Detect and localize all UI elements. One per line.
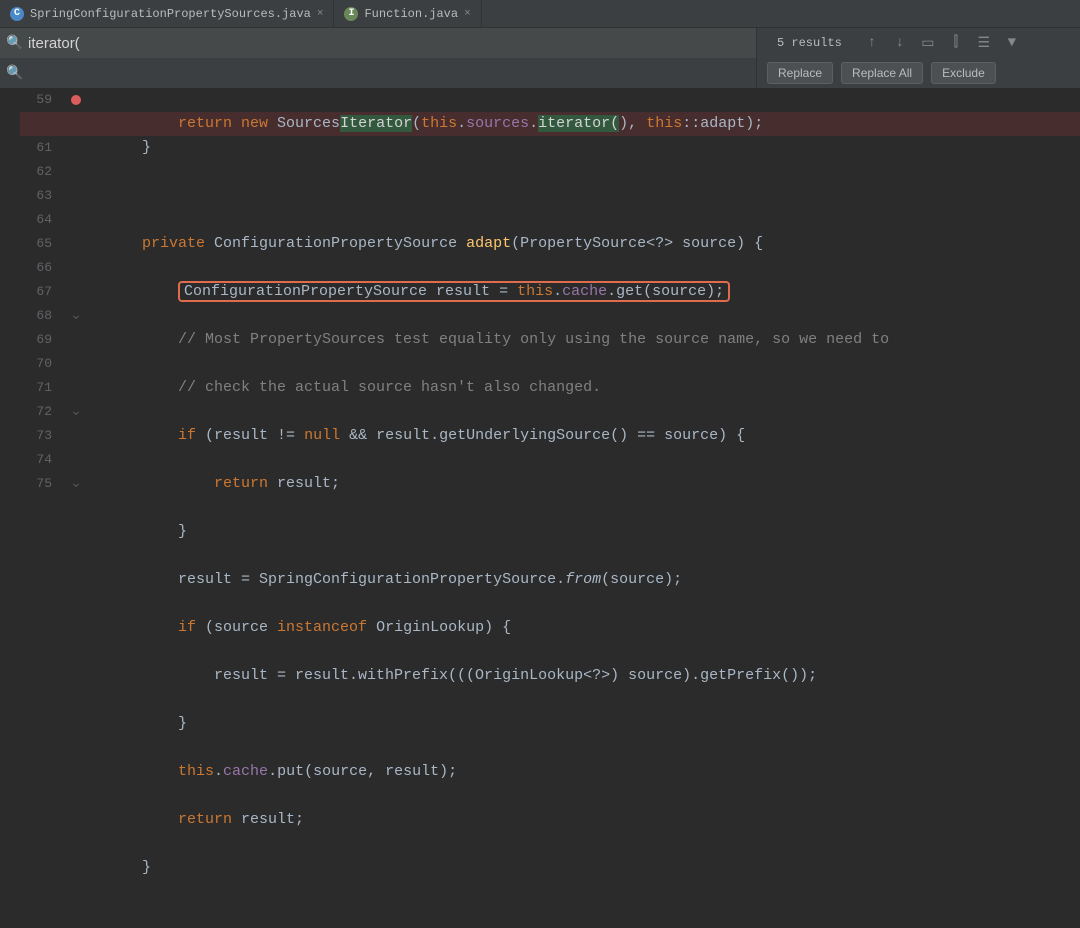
search-icon: 🔍 bbox=[6, 35, 22, 52]
editor-tabs: C SpringConfigurationPropertySources.jav… bbox=[0, 0, 1080, 28]
interface-icon: I bbox=[344, 7, 358, 21]
tab-file-1[interactable]: C SpringConfigurationPropertySources.jav… bbox=[0, 0, 334, 27]
replace-all-button[interactable]: Replace All bbox=[841, 62, 923, 84]
replace-icon: 🔍 bbox=[6, 65, 22, 82]
results-count: 5 results bbox=[767, 36, 852, 50]
filter-icon[interactable]: ▼ bbox=[1004, 35, 1020, 51]
prev-match-icon[interactable]: ↑ bbox=[864, 35, 880, 51]
tab-label: Function.java bbox=[364, 7, 458, 21]
class-icon: C bbox=[10, 7, 24, 21]
close-icon[interactable]: × bbox=[464, 8, 471, 20]
breakpoint-icon[interactable] bbox=[71, 95, 81, 105]
highlighted-line-box: ConfigurationPropertySource result = thi… bbox=[178, 281, 730, 302]
gutter-glyphs: ⌄ ⌄ ⌄ ⌄ bbox=[66, 88, 86, 510]
next-match-icon[interactable]: ↓ bbox=[892, 35, 908, 51]
exclude-button[interactable]: Exclude bbox=[931, 62, 996, 84]
tab-file-2[interactable]: I Function.java × bbox=[334, 0, 481, 27]
replace-button[interactable]: Replace bbox=[767, 62, 833, 84]
line-numbers: 59 60 61 62 63 64 65 66 67 68 69 70 71 7… bbox=[0, 88, 66, 510]
code-content[interactable]: return new SourcesIterator(this.sources.… bbox=[86, 88, 1080, 510]
search-results-panel: 5 results ↑ ↓ ▭ ⫿ ☰ ▼ Replace Replace Al… bbox=[756, 28, 1080, 88]
code-editor[interactable]: 59 60 61 62 63 64 65 66 67 68 69 70 71 7… bbox=[0, 88, 1080, 510]
tab-label: SpringConfigurationPropertySources.java bbox=[30, 7, 311, 21]
select-all-icon[interactable]: ▭ bbox=[920, 35, 936, 52]
settings-icon[interactable]: ☰ bbox=[976, 35, 992, 52]
close-icon[interactable]: × bbox=[317, 8, 324, 20]
add-selection-icon[interactable]: ⫿ bbox=[948, 35, 964, 51]
